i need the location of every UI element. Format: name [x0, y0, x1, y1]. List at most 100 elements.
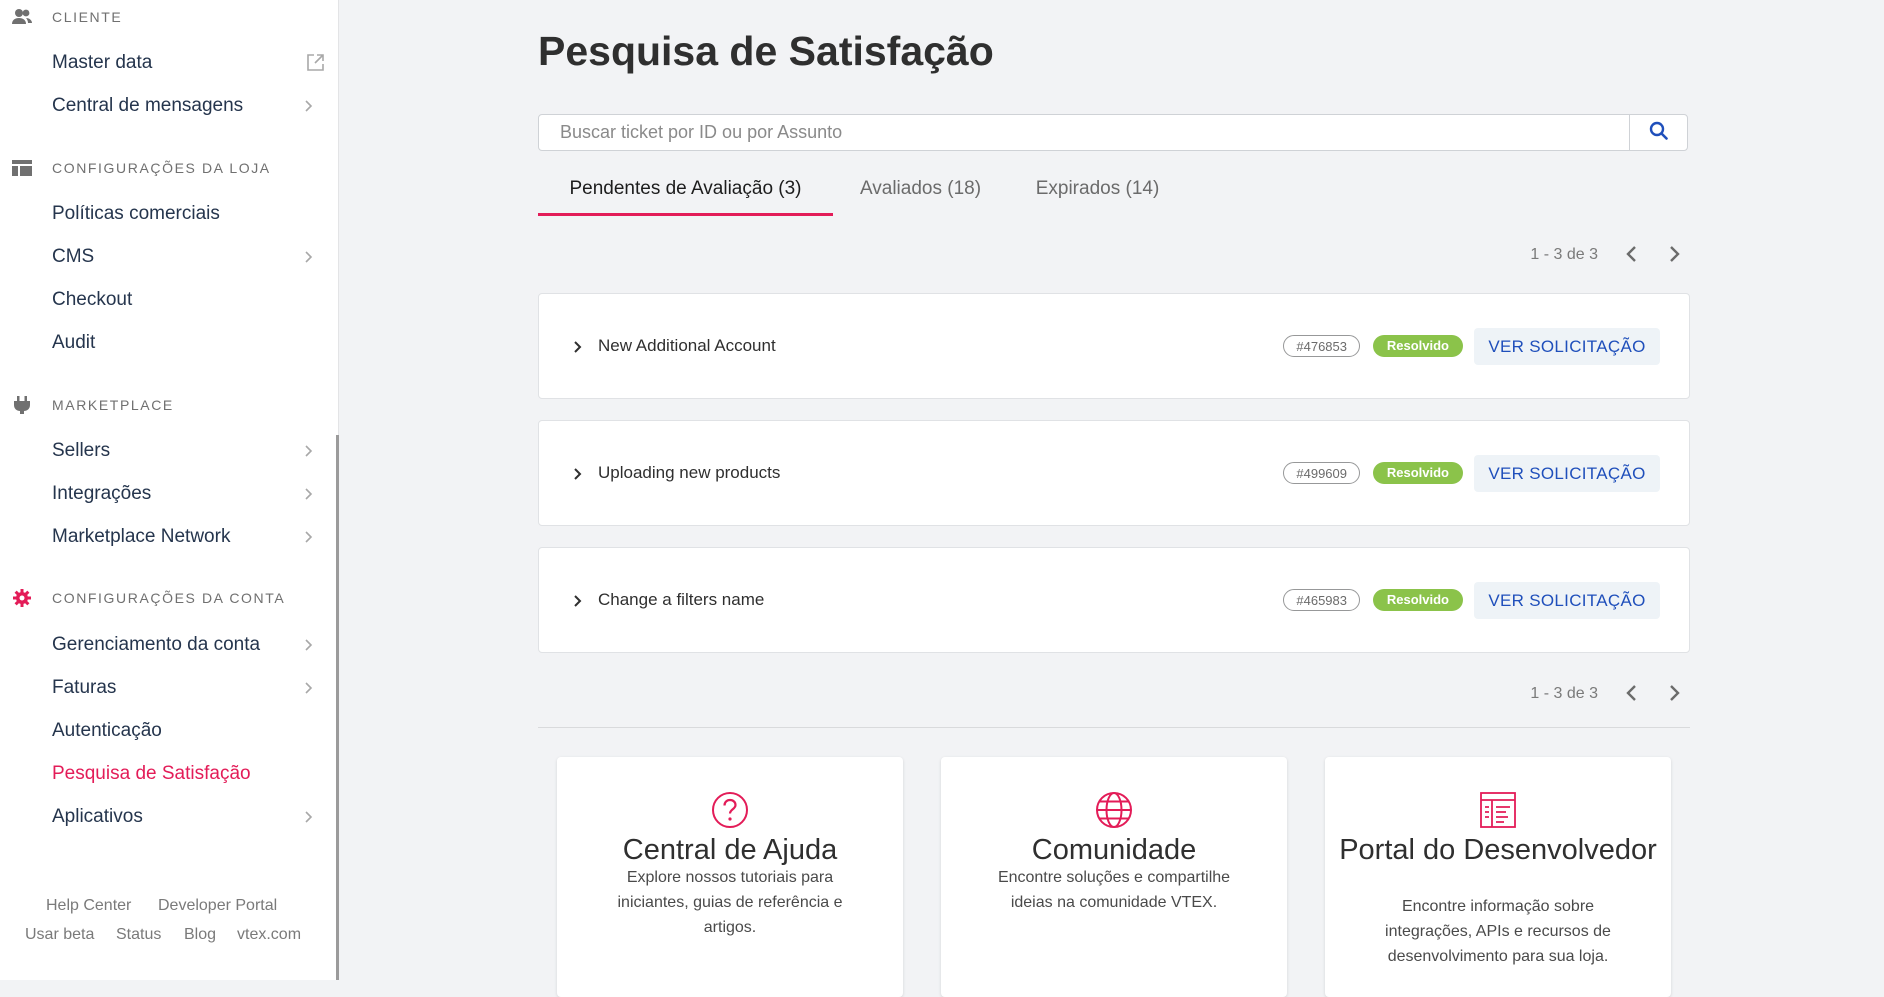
page-title: Pesquisa de Satisfação [538, 28, 994, 74]
sidebar-item-label: Sellers [52, 440, 111, 461]
status-link[interactable]: Status [116, 926, 161, 944]
layout-icon [11, 158, 33, 178]
tab-label: Expirados (14) [1035, 178, 1160, 199]
section-header-configuracoes-da-conta: CONFIGURAÇÕES DA CONTA [0, 585, 338, 611]
search-icon [1649, 121, 1668, 145]
chevron-right-icon [301, 530, 315, 544]
chevron-right-icon [301, 638, 315, 652]
pagination-top: 1 - 3 de 3 [1530, 240, 1690, 268]
search-bar [538, 114, 1688, 151]
help-center-card[interactable]: Central de Ajuda Explore nossos tutoriai… [557, 757, 903, 997]
section-label: MARKETPLACE [52, 397, 174, 413]
sidebar-item-label: Políticas comerciais [52, 203, 220, 224]
sidebar-item-aplicativos[interactable]: Aplicativos [52, 802, 327, 832]
sidebar-item-pesquisa-de-satisfacao[interactable]: Pesquisa de Satisfação [52, 759, 327, 789]
section-label: CONFIGURAÇÕES DA CONTA [52, 590, 286, 606]
sidebar-item-label: Gerenciamento da conta [52, 634, 261, 655]
developer-portal-card[interactable]: Portal do Desenvolvedor Encontre informa… [1325, 757, 1671, 997]
view-request-button[interactable]: VER SOLICITAÇÃO [1474, 582, 1660, 619]
vtex-site-link[interactable]: vtex.com [237, 926, 301, 944]
ticket-title: New Additional Account [598, 336, 776, 355]
section-header-marketplace: MARKETPLACE [0, 392, 338, 418]
sidebar-item-integracoes[interactable]: Integrações [52, 479, 327, 509]
sidebar-item-central-de-mensagens[interactable]: Central de mensagens [52, 91, 327, 121]
globe-icon [1094, 790, 1134, 830]
chevron-right-icon [301, 487, 315, 501]
pagination-label: 1 - 3 de 3 [1530, 685, 1598, 702]
previous-page-button[interactable] [1622, 244, 1642, 264]
chevron-right-icon[interactable] [571, 467, 585, 481]
developer-portal-link[interactable]: Developer Portal [158, 897, 277, 915]
help-card-description: Encontre informação sobre integrações, A… [1385, 898, 1611, 965]
section-label: CONFIGURAÇÕES DA LOJA [52, 160, 271, 176]
next-page-button[interactable] [1664, 683, 1684, 703]
sidebar-item-label: Faturas [52, 677, 117, 698]
sidebar-item-autenticacao[interactable]: Autenticação [52, 716, 327, 746]
users-icon [11, 7, 33, 27]
section-header-configuracoes-da-loja: CONFIGURAÇÕES DA LOJA [0, 155, 338, 181]
chevron-left-icon [1626, 685, 1636, 701]
help-card-description: Explore nossos tutoriais para iniciantes… [617, 869, 843, 936]
pagination-label: 1 - 3 de 3 [1530, 246, 1598, 263]
tab-avaliados[interactable]: Avaliados (18) [848, 176, 993, 216]
ticket-card: Uploading new products #499609 Resolvido… [538, 420, 1690, 526]
ticket-id-badge: #499609 [1283, 462, 1360, 484]
tab-expirados[interactable]: Expirados (14) [1025, 176, 1170, 216]
help-center-link[interactable]: Help Center [46, 897, 131, 915]
sidebar-item-cms[interactable]: CMS [52, 242, 327, 272]
chevron-right-icon [301, 681, 315, 695]
view-request-button[interactable]: VER SOLICITAÇÃO [1474, 455, 1660, 492]
status-badge: Resolvido [1372, 589, 1463, 611]
status-badge: Resolvido [1372, 462, 1463, 484]
sidebar-item-politicas-comerciais[interactable]: Políticas comerciais [52, 199, 327, 229]
sidebar-item-label: Master data [52, 52, 153, 73]
next-page-button[interactable] [1664, 244, 1684, 264]
blog-link[interactable]: Blog [184, 926, 216, 944]
ticket-title: Uploading new products [598, 463, 781, 482]
divider [538, 727, 1690, 728]
search-button[interactable] [1629, 115, 1687, 150]
developer-doc-icon [1478, 790, 1518, 830]
pagination-bottom: 1 - 3 de 3 [1530, 679, 1690, 707]
view-request-button[interactable]: VER SOLICITAÇÃO [1474, 328, 1660, 365]
chevron-right-icon[interactable] [571, 594, 585, 608]
chevron-right-icon [301, 810, 315, 824]
chevron-right-icon [301, 250, 315, 264]
ticket-id-badge: #465983 [1283, 589, 1360, 611]
sidebar-item-label: Autenticação [52, 720, 162, 741]
sidebar-item-gerenciamento-da-conta[interactable]: Gerenciamento da conta [52, 630, 327, 660]
use-beta-link[interactable]: Usar beta [25, 926, 94, 944]
previous-page-button[interactable] [1622, 683, 1642, 703]
section-header-cliente: CLIENTE [0, 4, 338, 30]
ticket-id-badge: #476853 [1283, 335, 1360, 357]
search-input[interactable] [539, 115, 1631, 150]
sidebar-scrollbar[interactable] [336, 435, 339, 980]
external-link-icon [306, 53, 325, 72]
sidebar-item-label: Aplicativos [52, 806, 143, 827]
help-card-title: Comunidade [1031, 834, 1197, 866]
sidebar: CLIENTE Master data Central de mensagens… [0, 0, 339, 980]
help-card-description: Encontre soluções e compartilhe ideias n… [997, 869, 1231, 911]
sidebar-item-label: Integrações [52, 483, 152, 504]
sidebar-item-master-data[interactable]: Master data [52, 48, 327, 78]
chevron-right-icon[interactable] [571, 340, 585, 354]
tab-pendentes[interactable]: Pendentes de Avaliação (3) [538, 176, 833, 216]
sidebar-item-label: Marketplace Network [52, 526, 231, 547]
sidebar-item-audit[interactable]: Audit [52, 328, 327, 358]
gear-icon [11, 588, 33, 608]
help-card-title: Portal do Desenvolvedor [1339, 834, 1657, 866]
help-card-title: Central de Ajuda [622, 834, 838, 866]
section-label: CLIENTE [52, 9, 123, 25]
ticket-card: New Additional Account #476853 Resolvido… [538, 293, 1690, 399]
question-circle-icon [710, 790, 750, 830]
chevron-right-icon [1670, 685, 1680, 701]
chevron-right-icon [301, 99, 315, 113]
plug-icon [11, 395, 33, 415]
community-card[interactable]: Comunidade Encontre soluções e compartil… [941, 757, 1287, 997]
sidebar-item-sellers[interactable]: Sellers [52, 436, 327, 466]
chevron-right-icon [1670, 246, 1680, 262]
sidebar-item-checkout[interactable]: Checkout [52, 285, 327, 315]
sidebar-item-marketplace-network[interactable]: Marketplace Network [52, 522, 327, 552]
sidebar-item-faturas[interactable]: Faturas [52, 673, 327, 703]
sidebar-item-label: Checkout [52, 289, 133, 310]
